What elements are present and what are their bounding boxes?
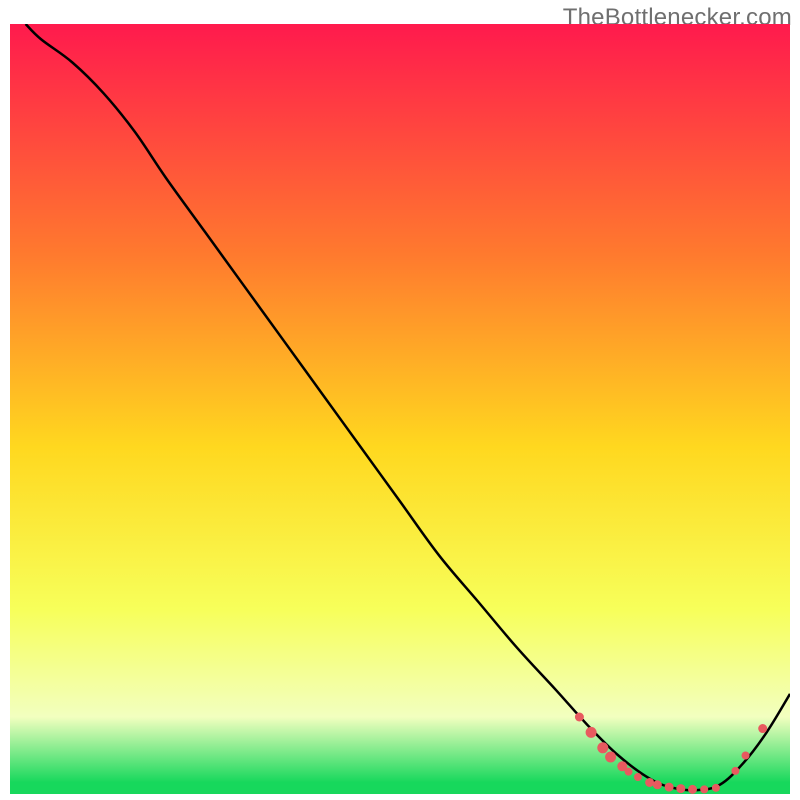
chart-stage: TheBottlenecker.com [0,0,800,800]
marker-dot [676,784,685,793]
marker-dot [688,785,697,794]
gradient-background [10,24,790,794]
bottleneck-chart [10,24,790,794]
marker-dot [653,780,662,789]
marker-dot [597,742,608,753]
marker-dot [700,785,708,793]
marker-dot [645,778,654,787]
marker-dot [586,727,597,738]
marker-dot [731,767,739,775]
marker-dot [665,783,674,792]
marker-dot [634,773,642,781]
marker-dot [625,768,633,776]
marker-dot [712,784,720,792]
marker-dot [758,724,767,733]
marker-dot [742,752,750,760]
marker-dot [575,713,584,722]
marker-dot [605,752,616,763]
